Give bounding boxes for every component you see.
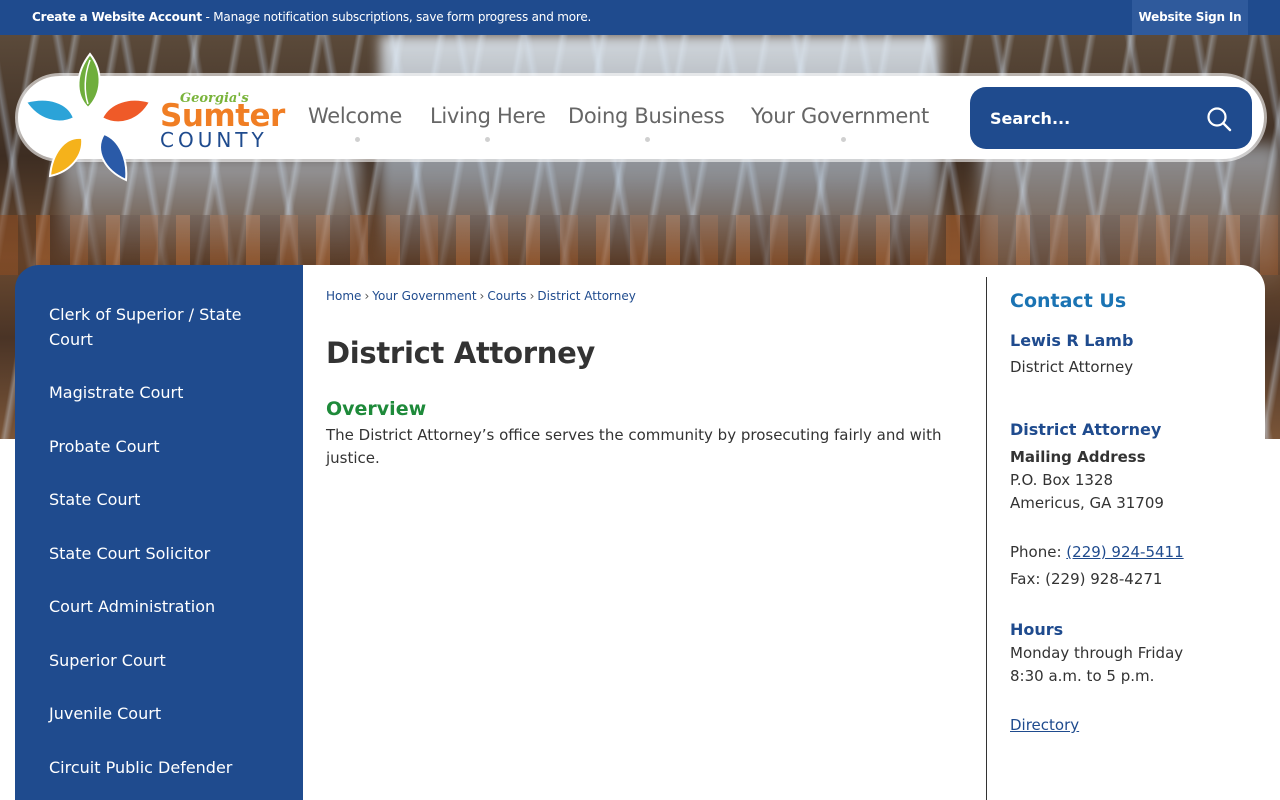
address-line-2: Americus, GA 31709 bbox=[1010, 494, 1164, 512]
phone-line: Phone: (229) 924-5411 bbox=[1010, 543, 1184, 561]
phone-label: Phone: bbox=[1010, 543, 1067, 561]
sidebar-item-magistrate-court[interactable]: Magistrate Court bbox=[49, 380, 279, 405]
breadcrumb-your-government[interactable]: Your Government bbox=[372, 289, 476, 303]
sidebar-item-superior-court[interactable]: Superior Court bbox=[49, 648, 279, 673]
logo-text-county: COUNTY bbox=[160, 128, 268, 152]
sidebar-item-juvenile-court[interactable]: Juvenile Court bbox=[49, 701, 279, 726]
overview-text: The District Attorney’s office serves th… bbox=[326, 426, 942, 467]
hours-heading: Hours bbox=[1010, 620, 1064, 639]
sidebar-item-state-court[interactable]: State Court bbox=[49, 487, 279, 512]
phone-link[interactable]: (229) 924-5411 bbox=[1066, 543, 1183, 561]
account-message-text: - Manage notification subscriptions, sav… bbox=[201, 10, 592, 24]
search-box bbox=[970, 87, 1252, 149]
sidebar-item-probate-court[interactable]: Probate Court bbox=[49, 434, 279, 459]
nav-indicator-dot bbox=[841, 137, 846, 142]
contact-department: District Attorney bbox=[1010, 420, 1162, 439]
nav-indicator-dot bbox=[485, 137, 490, 142]
breadcrumb-separator: › bbox=[529, 289, 535, 303]
top-utility-bar: Create a Website Account - Manage notifi… bbox=[0, 0, 1280, 35]
contact-role: District Attorney bbox=[1010, 358, 1134, 376]
sidebar-item-court-administration[interactable]: Court Administration bbox=[49, 594, 279, 619]
breadcrumb-home[interactable]: Home bbox=[326, 289, 361, 303]
breadcrumb-separator: › bbox=[479, 289, 485, 303]
breadcrumb-separator: › bbox=[364, 289, 370, 303]
sidebar-item-circuit-public-defender[interactable]: Circuit Public Defender bbox=[49, 755, 279, 780]
sidebar-item-state-court-solicitor[interactable]: State Court Solicitor bbox=[49, 541, 279, 566]
sidebar-item-clerk-of-superior-state-court[interactable]: Clerk of Superior / State Court bbox=[49, 302, 279, 352]
search-icon[interactable] bbox=[1206, 106, 1232, 132]
create-account-link[interactable]: Create a Website Account bbox=[32, 10, 202, 24]
address-line-1: P.O. Box 1328 bbox=[1010, 471, 1114, 489]
hours-line-1: Monday through Friday bbox=[1010, 644, 1184, 662]
contact-us-heading: Contact Us bbox=[1010, 290, 1127, 312]
overview-heading: Overview bbox=[326, 398, 427, 420]
hours-line-2: 8:30 a.m. to 5 p.m. bbox=[1010, 667, 1155, 685]
sidebar-navigation: Clerk of Superior / State Court Magistra… bbox=[15, 265, 303, 800]
breadcrumb: Home › Your Government › Courts › District Att… bbox=[326, 289, 636, 303]
nav-welcome[interactable]: Welcome bbox=[308, 104, 402, 128]
fax-line: Fax: (229) 928-4271 bbox=[1010, 570, 1163, 588]
nav-living-here[interactable]: Living Here bbox=[430, 104, 546, 128]
nav-your-government[interactable]: Your Government bbox=[751, 104, 929, 128]
nav-indicator-dot bbox=[355, 137, 360, 142]
breadcrumb-courts[interactable]: Courts bbox=[487, 289, 526, 303]
directory-link[interactable]: Directory bbox=[1010, 716, 1079, 734]
account-message: Create a Website Account - Manage notifi… bbox=[32, 10, 591, 24]
mailing-address-label: Mailing Address bbox=[1010, 448, 1146, 466]
search-input[interactable] bbox=[990, 103, 1200, 133]
column-divider bbox=[986, 277, 987, 800]
county-logo-icon[interactable] bbox=[22, 52, 157, 187]
nav-indicator-dot bbox=[645, 137, 650, 142]
website-sign-in-button[interactable]: Website Sign In bbox=[1132, 0, 1248, 35]
page-title: District Attorney bbox=[326, 336, 596, 370]
contact-name: Lewis R Lamb bbox=[1010, 331, 1134, 350]
breadcrumb-district-attorney[interactable]: District Attorney bbox=[537, 289, 635, 303]
nav-doing-business[interactable]: Doing Business bbox=[568, 104, 725, 128]
